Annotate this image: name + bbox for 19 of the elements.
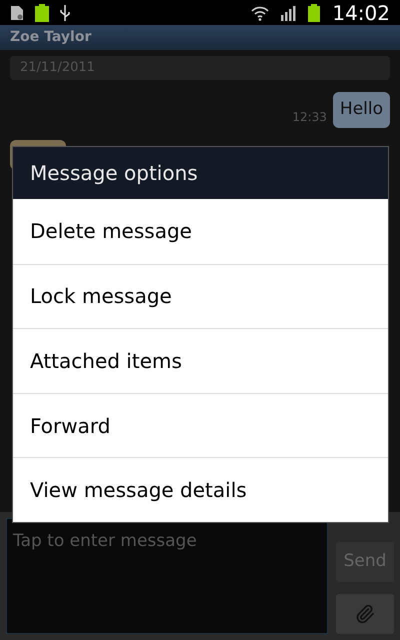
message-time: 12:33 [292,108,327,126]
sd-card-icon [10,4,24,20]
dialog-title: Message options [30,160,198,187]
menu-item[interactable]: View message details [13,457,388,522]
message-input[interactable]: Tap to enter message [6,518,328,634]
clock: 14:02 [332,2,390,22]
battery-icon [308,4,320,22]
sent-message-bubble: Hello [332,92,390,128]
menu-item[interactable]: Delete message [13,199,388,264]
menu-item[interactable]: Lock message [13,264,388,328]
menu-item[interactable]: Attached items [13,328,388,393]
menu-item[interactable]: Forward [13,392,388,458]
usb-icon [60,4,70,20]
signal-icon [280,4,296,20]
paperclip-icon [355,604,375,624]
contact-name: Zoe Taylor [10,28,92,47]
attach-button[interactable] [336,594,394,634]
wifi-icon [250,4,270,20]
battery-full-icon [34,4,50,22]
